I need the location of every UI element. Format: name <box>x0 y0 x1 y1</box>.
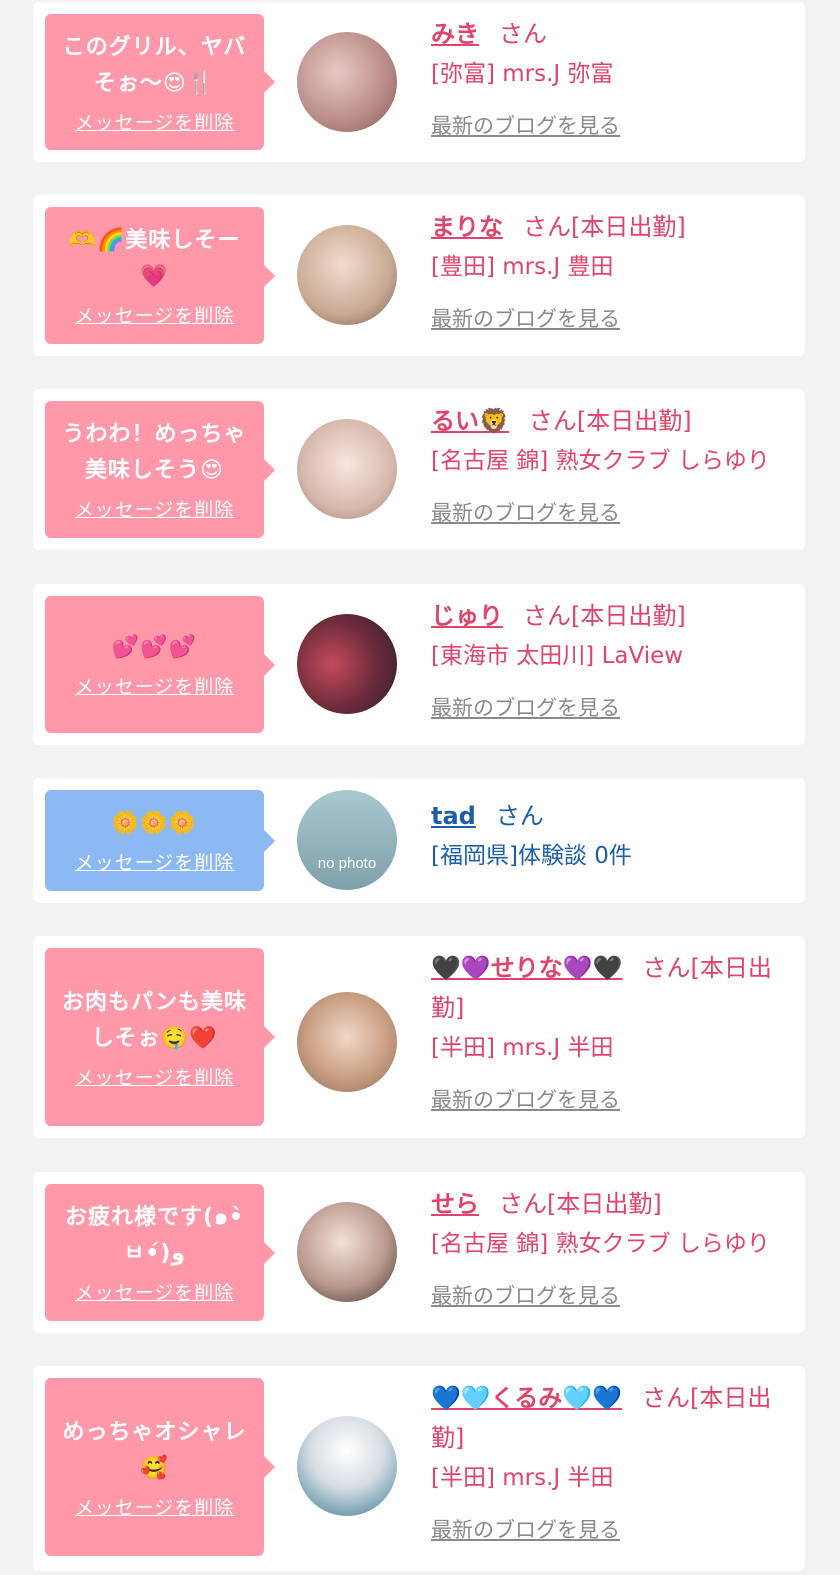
name-suffix: さん[本日出勤] <box>523 602 686 630</box>
shop-label: [名古屋 錦] 熟女クラブ しらゆり <box>431 448 770 474</box>
profile-name-link[interactable]: 💙🩵くるみ🩵💙 <box>431 1384 622 1412</box>
profile-name-link[interactable]: せら <box>431 1190 479 1218</box>
profile-info: みき さん [弥富] mrs.J 弥富 最新のブログを見る <box>431 14 801 146</box>
profile-info: tad さん [福岡県]体験談 0件 <box>431 796 801 876</box>
message-text: うわわ！めっちゃ美味しそう😍 <box>62 422 247 483</box>
latest-blog-link[interactable]: 最新のブログを見る <box>431 1276 801 1316</box>
message-list: このグリル、ヤバそぉ～😍🍴 メッセージを削除 みき さん [弥富] mrs.J 弥… <box>0 0 840 1575</box>
message-bubble: お疲れ様です(๑•̀ㅂ•́)و メッセージを削除 <box>45 1184 275 1321</box>
message-text: 💕💕💕 <box>111 635 198 660</box>
message-text: 🌼🌼🌼 <box>111 811 198 836</box>
message-bubble: 🫶🌈美味しそー💗 メッセージを削除 <box>45 207 275 344</box>
profile-name-link[interactable]: じゅり <box>431 602 503 630</box>
delete-message-link[interactable]: メッセージを削除 <box>75 672 235 699</box>
shop-label: [弥富] mrs.J 弥富 <box>431 61 614 87</box>
name-suffix: さん <box>495 802 544 830</box>
latest-blog-link[interactable]: 最新のブログを見る <box>431 493 801 533</box>
message-bubble: 🌼🌼🌼 メッセージを削除 <box>45 790 275 891</box>
message-bubble: 💕💕💕 メッセージを削除 <box>45 596 275 733</box>
shop-label: [福岡県]体験談 0件 <box>431 843 632 869</box>
message-card: 💕💕💕 メッセージを削除 じゅり さん[本日出勤] [東海市 太田川] LaVie… <box>33 584 805 745</box>
avatar[interactable] <box>297 1202 397 1302</box>
message-card: めっちゃオシャレ🥰 メッセージを削除 💙🩵くるみ🩵💙 さん[本日出勤] [半田] … <box>33 1366 805 1571</box>
message-bubble: めっちゃオシャレ🥰 メッセージを削除 <box>45 1378 275 1556</box>
avatar[interactable] <box>297 225 397 325</box>
message-card: 🌼🌼🌼 メッセージを削除 no photo tad さん [福岡県]体験談 0件 <box>33 778 805 903</box>
message-text: めっちゃオシャレ🥰 <box>62 1419 247 1481</box>
message-bubble: お肉もパンも美味しそぉ🤤❤️ メッセージを削除 <box>45 948 275 1126</box>
profile-info: るい🦁 さん[本日出勤] [名古屋 錦] 熟女クラブ しらゆり 最新のブログを見る <box>431 401 801 533</box>
shop-label: [東海市 太田川] LaView <box>431 643 684 669</box>
delete-message-link[interactable]: メッセージを削除 <box>75 301 235 328</box>
message-bubble: うわわ！めっちゃ美味しそう😍 メッセージを削除 <box>45 401 275 538</box>
avatar[interactable] <box>297 992 397 1092</box>
avatar[interactable]: no photo <box>297 790 397 890</box>
avatar[interactable] <box>297 32 397 132</box>
name-suffix: さん[本日出勤] <box>499 1190 662 1218</box>
message-bubble: このグリル、ヤバそぉ～😍🍴 メッセージを削除 <box>45 14 275 150</box>
delete-message-link[interactable]: メッセージを削除 <box>75 1063 235 1090</box>
message-card: お疲れ様です(๑•̀ㅂ•́)و メッセージを削除 せら さん[本日出勤] [名古屋… <box>33 1172 805 1333</box>
message-card: このグリル、ヤバそぉ～😍🍴 メッセージを削除 みき さん [弥富] mrs.J 弥… <box>33 2 805 162</box>
name-suffix: さん <box>499 20 547 48</box>
message-text: お疲れ様です(๑•̀ㅂ•́)و <box>64 1205 245 1266</box>
delete-message-link[interactable]: メッセージを削除 <box>75 1278 235 1305</box>
profile-name-link[interactable]: まりな <box>431 213 503 241</box>
delete-message-link[interactable]: メッセージを削除 <box>75 848 235 875</box>
delete-message-link[interactable]: メッセージを削除 <box>75 1493 235 1520</box>
profile-info: 💙🩵くるみ🩵💙 さん[本日出勤] [半田] mrs.J 半田 最新のブログを見る <box>431 1378 801 1550</box>
latest-blog-link[interactable]: 最新のブログを見る <box>431 688 801 728</box>
latest-blog-link[interactable]: 最新のブログを見る <box>431 106 801 146</box>
message-text: 🫶🌈美味しそー💗 <box>68 228 241 289</box>
avatar[interactable] <box>297 614 397 714</box>
message-text: お肉もパンも美味しそぉ🤤❤️ <box>61 989 248 1051</box>
profile-name-link[interactable]: 🖤💜せりな💜🖤 <box>431 954 623 982</box>
latest-blog-link[interactable]: 最新のブログを見る <box>431 1080 801 1120</box>
message-card: 🫶🌈美味しそー💗 メッセージを削除 まりな さん[本日出勤] [豊田] mrs.J… <box>33 195 805 356</box>
message-card: うわわ！めっちゃ美味しそう😍 メッセージを削除 るい🦁 さん[本日出勤] [名古屋… <box>33 389 805 550</box>
profile-name-link[interactable]: みき <box>431 20 479 48</box>
message-card: お肉もパンも美味しそぉ🤤❤️ メッセージを削除 🖤💜せりな💜🖤 さん[本日出勤] … <box>33 936 805 1138</box>
name-suffix: さん[本日出勤] <box>528 407 692 435</box>
latest-blog-link[interactable]: 最新のブログを見る <box>431 299 801 339</box>
avatar[interactable] <box>297 419 397 519</box>
no-photo-label: no photo <box>317 854 377 872</box>
profile-name-link[interactable]: るい🦁 <box>431 407 509 435</box>
shop-label: [豊田] mrs.J 豊田 <box>431 254 614 280</box>
message-text: このグリル、ヤバそぉ～😍🍴 <box>62 34 247 96</box>
shop-label: [半田] mrs.J 半田 <box>431 1035 614 1061</box>
shop-label: [半田] mrs.J 半田 <box>431 1465 614 1491</box>
delete-message-link[interactable]: メッセージを削除 <box>75 108 235 135</box>
profile-name-link[interactable]: tad <box>431 802 476 830</box>
shop-label: [名古屋 錦] 熟女クラブ しらゆり <box>431 1231 770 1257</box>
name-suffix: さん[本日出勤] <box>523 213 686 241</box>
latest-blog-link[interactable]: 最新のブログを見る <box>431 1510 801 1550</box>
profile-info: じゅり さん[本日出勤] [東海市 太田川] LaView 最新のブログを見る <box>431 596 801 728</box>
profile-info: せら さん[本日出勤] [名古屋 錦] 熟女クラブ しらゆり 最新のブログを見る <box>431 1184 801 1316</box>
profile-info: 🖤💜せりな💜🖤 さん[本日出勤] [半田] mrs.J 半田 最新のブログを見る <box>431 948 801 1120</box>
profile-info: まりな さん[本日出勤] [豊田] mrs.J 豊田 最新のブログを見る <box>431 207 801 339</box>
delete-message-link[interactable]: メッセージを削除 <box>75 495 235 522</box>
avatar[interactable] <box>297 1416 397 1516</box>
